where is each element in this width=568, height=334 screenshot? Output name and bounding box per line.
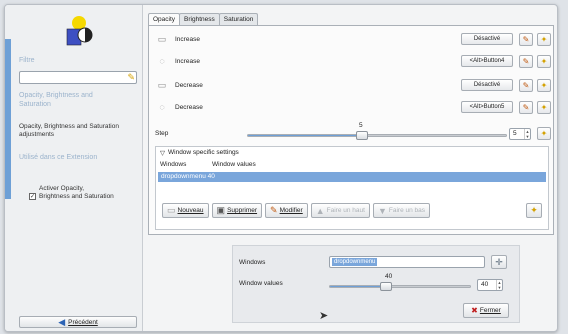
window-settings-toolbar: ▭ Nouveau ▣ Supprimer ✎ Modifier ▲ Faire… (162, 203, 431, 218)
arrow-up-icon: ▲ (315, 205, 325, 216)
action-row: ◌ Increase <Alt>Button4 ✎ ✦ (155, 54, 551, 68)
clean-list-icon[interactable]: ✦ (526, 203, 542, 218)
opacity-panel: ▭ Increase Désactivé ✎ ✦ ◌ Increase <Alt… (148, 25, 554, 235)
new-button[interactable]: ▭ Nouveau (162, 203, 209, 218)
clear-icon[interactable]: ✦ (537, 54, 551, 68)
settings-window: Filtre ✎ Opacity, Brightness and Saturat… (4, 4, 558, 332)
window-values-spinbox[interactable]: 40 ▲ ▼ (477, 279, 503, 291)
clear-icon[interactable]: ✦ (537, 32, 551, 46)
window-settings-title-label: Window specific settings (168, 149, 239, 156)
enable-plugin-label: Activer Opacity, Brightness and Saturati… (39, 185, 114, 200)
tab-bar: Opacity Brightness Saturation (148, 13, 259, 25)
mouse-cursor-icon: ➤ (319, 310, 329, 322)
window-icon: ▭ (157, 33, 167, 44)
edit-icon[interactable]: ✎ (519, 54, 533, 68)
move-up-button-label: Faire un haut (326, 207, 365, 214)
action-label: Increase (175, 57, 200, 65)
action-label: Decrease (175, 81, 203, 89)
opacity-plugin-icon (66, 16, 93, 46)
action-row: ◌ Decrease <Alt>Button5 ✎ ✦ (155, 100, 551, 114)
filter-input[interactable]: ✎ (19, 71, 137, 84)
window-settings-title[interactable]: ▽ Window specific settings (160, 149, 239, 157)
clear-icon[interactable]: ✦ (537, 78, 551, 92)
window-icon: ▭ (157, 79, 167, 90)
window-picker-icon[interactable]: ✛ (491, 255, 507, 269)
checkbox-mark[interactable]: ✓ (29, 193, 36, 200)
window-settings-header: Windows Window values (160, 161, 256, 168)
new-button-label: Nouveau (177, 207, 204, 214)
tab-brightness[interactable]: Brightness (179, 13, 220, 25)
reset-step-icon[interactable]: ✦ (537, 127, 551, 140)
move-up-button[interactable]: ▲ Faire un haut (310, 203, 370, 218)
step-slider-handle[interactable] (356, 131, 368, 140)
window-values-spinbox-value: 40 (481, 281, 489, 288)
move-down-button[interactable]: ▼ Faire un bas (372, 203, 431, 218)
step-label: Step (155, 130, 169, 137)
close-icon: ✖ (471, 306, 478, 315)
main-area: Opacity Brightness Saturation ▭ Increase… (146, 5, 557, 331)
windows-label: Windows (239, 259, 266, 266)
back-arrow-icon: ◀ (58, 316, 66, 327)
column-header-values[interactable]: Window values (212, 161, 256, 168)
row-value-cell: 40 (207, 173, 215, 180)
step-slider-value: 5 (359, 122, 363, 129)
shortcut-button[interactable]: Désactivé (461, 33, 513, 45)
tab-opacity[interactable]: Opacity (148, 13, 181, 25)
clear-icon[interactable]: ✦ (537, 100, 551, 114)
window-values-slider-handle[interactable] (380, 282, 392, 291)
category-title-extension: Utilisé dans ce Extension (19, 154, 98, 161)
spin-arrows-icon[interactable]: ▲ ▼ (496, 280, 502, 290)
action-row: ▭ Increase Désactivé ✎ ✦ (155, 32, 551, 46)
windows-input-value: dropdownmenu (332, 258, 378, 266)
windows-input[interactable]: dropdownmenu (329, 256, 485, 268)
mouse-wheel-icon: ◌ (159, 55, 165, 66)
arrow-down-icon: ▼ (377, 205, 387, 216)
close-button-label: Fermer (479, 307, 501, 314)
window-settings-group: ▽ Window specific settings Windows Windo… (155, 146, 549, 230)
window-values-label: Window values (239, 280, 283, 287)
edit-icon[interactable]: ✎ (519, 78, 533, 92)
action-row: ▭ Decrease Désactivé ✎ ✦ (155, 78, 551, 92)
shortcut-button[interactable]: <Alt>Button4 (461, 55, 513, 67)
window-editor: Windows dropdownmenu ✛ Window values 40 … (232, 245, 520, 323)
edit-icon: ✎ (270, 205, 278, 215)
spin-arrows-icon[interactable]: ▲ ▼ (524, 129, 530, 139)
action-label: Decrease (175, 103, 203, 111)
modify-button[interactable]: ✎ Modifier (265, 203, 308, 218)
enable-plugin-checkbox[interactable]: ✓ Activer Opacity, Brightness and Satura… (29, 185, 115, 201)
collapse-arrow-icon[interactable]: ▽ (160, 149, 165, 157)
new-document-icon: ▭ (167, 205, 176, 215)
step-spinbox-value: 5 (513, 130, 517, 137)
tab-saturation[interactable]: Saturation (218, 13, 259, 25)
sidebar-accent-strip (5, 39, 11, 199)
step-slider-fill (248, 135, 362, 136)
move-down-button-label: Faire un bas (388, 207, 426, 214)
shortcut-button[interactable]: <Alt>Button5 (461, 101, 513, 113)
shortcut-button[interactable]: Désactivé (461, 79, 513, 91)
column-header-windows[interactable]: Windows (160, 161, 212, 168)
modify-button-label: Modifier (279, 207, 303, 214)
category-title-opacity: Opacity, Brightness and Saturation (19, 92, 93, 108)
table-row[interactable]: dropdownmenu 40 (158, 172, 546, 182)
row-windows-cell: dropdownmenu (161, 173, 206, 180)
mouse-wheel-icon: ◌ (159, 101, 165, 112)
previous-button[interactable]: ◀ Précédent (19, 316, 137, 328)
step-spinbox[interactable]: 5 ▲ ▼ (509, 128, 531, 140)
previous-button-label: Précédent (68, 318, 98, 326)
step-slider[interactable] (247, 131, 507, 140)
close-button[interactable]: ✖ Fermer (463, 303, 509, 318)
edit-icon[interactable]: ✎ (519, 100, 533, 114)
sidebar: Filtre ✎ Opacity, Brightness and Saturat… (5, 5, 143, 331)
window-values-slider-value: 40 (385, 273, 393, 280)
edit-icon[interactable]: ✎ (519, 32, 533, 46)
window-values-slider[interactable] (329, 282, 471, 291)
window-values-slider-fill (330, 286, 386, 287)
delete-button-label: Supprimer (227, 207, 258, 214)
category-description[interactable]: Opacity, Brightness and Saturation adjus… (19, 123, 129, 139)
clear-filter-icon[interactable]: ✎ (127, 72, 135, 83)
delete-button[interactable]: ▣ Supprimer (211, 203, 263, 218)
trash-icon: ▣ (216, 205, 226, 215)
filter-label: Filtre (19, 57, 35, 64)
action-label: Increase (175, 35, 200, 43)
